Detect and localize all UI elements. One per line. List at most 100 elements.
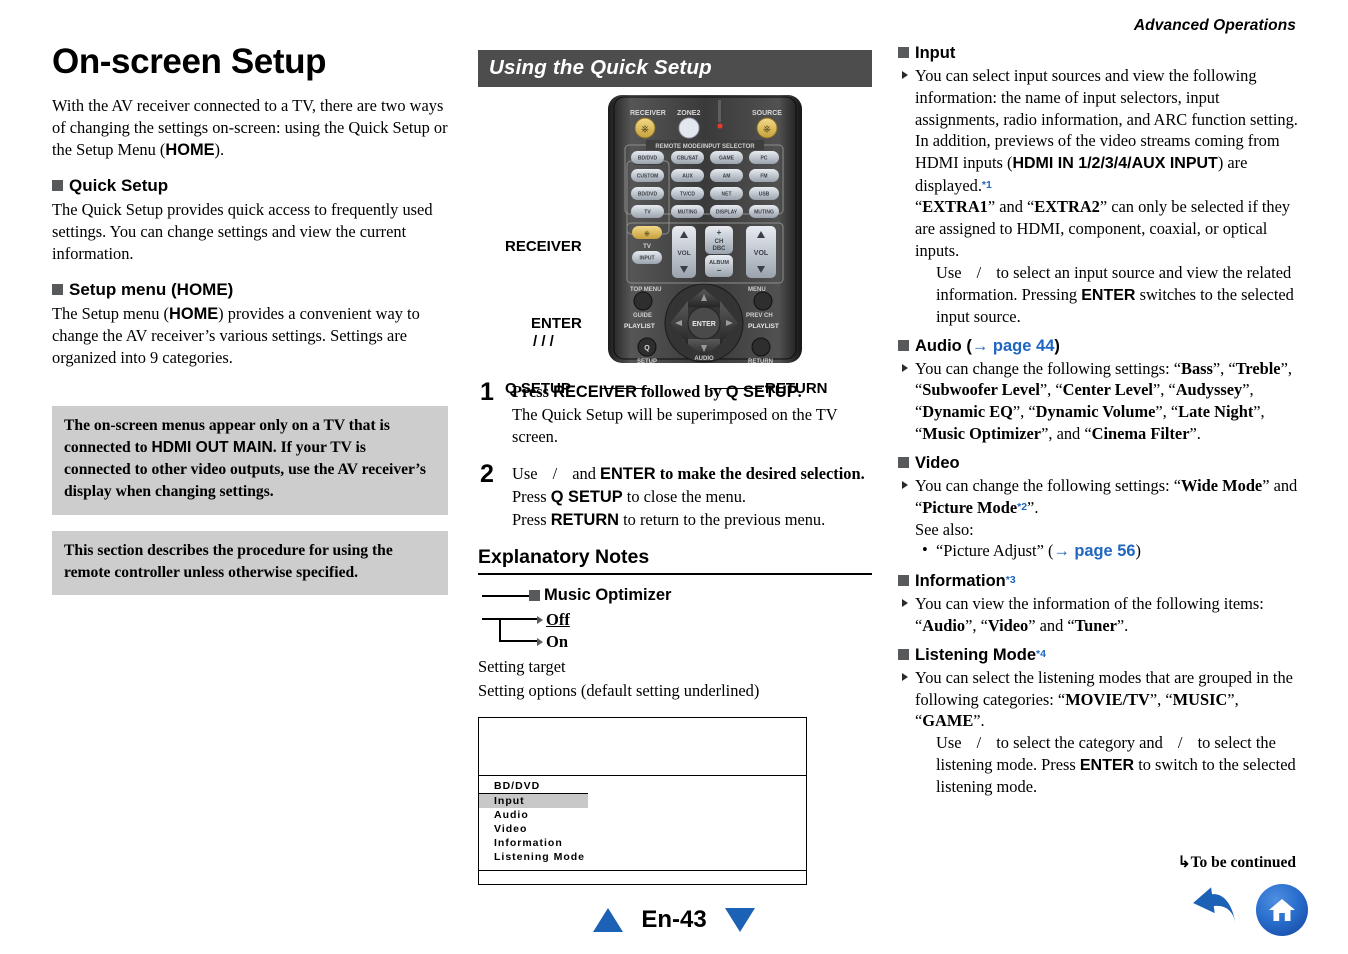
tv-menu-item-listening-mode[interactable]: Listening Mode [479, 850, 588, 864]
heading-audio: Audio (→ page 44) [898, 337, 1298, 356]
heading-listening-mode: Listening Mode*4 [898, 646, 1298, 665]
callout-receiver: RECEIVER [505, 238, 582, 255]
step-1-title: Press RECEIVER followed by Q SETUP. [512, 381, 872, 403]
svg-text:MUTING: MUTING [754, 210, 774, 216]
svg-text:Q: Q [644, 345, 650, 352]
input-p3-b1: EXTRA1 [922, 197, 988, 217]
right-column: Input You can select input sources and v… [898, 44, 1298, 807]
svg-text:PLAYLIST: PLAYLIST [624, 323, 655, 330]
heading-video-label: Video [915, 453, 960, 472]
heading-audio-paren-close: ) [1054, 336, 1060, 355]
step-2-body-line-2: Press RETURN to return to the previous m… [512, 509, 872, 532]
middle-column: Using the Quick Setup RECEIVER ENTER / /… [478, 44, 872, 885]
tv-screen-mockup: BD/DVD Input Audio Video Information Lis… [478, 716, 807, 885]
step-1-title-t1: Press [512, 382, 554, 401]
svg-text:AUDIO: AUDIO [694, 356, 714, 362]
info-mid-1: ”, “ [965, 615, 988, 635]
step-2-title-t1: Use [512, 463, 542, 483]
square-marker-icon [898, 47, 909, 58]
step-2-l1c: to close the menu. [622, 486, 747, 506]
svg-text:RECEIVER: RECEIVER [630, 110, 666, 117]
home-glyph-icon [1269, 899, 1295, 921]
step-2-l2b: RETURN [550, 510, 620, 529]
tv-menu-area: BD/DVD Input Audio Video Information Lis… [479, 776, 806, 870]
video-item-wide-mode: Wide Mode [1181, 475, 1263, 495]
link-page-56[interactable]: → page 56 [1053, 542, 1135, 560]
callout-enter-arrows: / / / [533, 333, 554, 350]
heading-setup-menu: Setup menu (HOME) [52, 280, 448, 300]
tv-status-bar [479, 869, 806, 884]
svg-text:REMOTE MODE/INPUT SELECTOR: REMOTE MODE/INPUT SELECTOR [655, 144, 755, 150]
see-also-text-2: ) [1135, 541, 1141, 561]
svg-text:⎈: ⎈ [763, 124, 771, 135]
audio-item-audyssey: Audyssey [1175, 380, 1243, 400]
info-item-tuner: Tuner [1074, 615, 1117, 635]
tree-target-label: Music Optimizer [544, 586, 672, 605]
next-page-icon[interactable] [724, 908, 755, 932]
tv-menu-item-video[interactable]: Video [479, 822, 588, 836]
input-p2-bold: HDMI IN 1/2/3/4/AUX INPUT [1012, 155, 1218, 173]
lm-p-t2: to select the category and [992, 733, 1167, 753]
input-p4-enter: ENTER [1081, 286, 1136, 304]
tv-menu-item-audio[interactable]: Audio [479, 808, 588, 822]
information-footnote-3-ref: *3 [1005, 574, 1016, 587]
square-marker-icon [898, 456, 909, 468]
back-arrow-icon[interactable] [1188, 886, 1242, 934]
video-footnote-2-ref: *2 [1017, 500, 1028, 513]
tree-option-on-label: On [546, 632, 569, 652]
intro-text-1: With the AV receiver connected to a TV, … [52, 95, 448, 160]
tv-menu-item-input[interactable]: Input [479, 793, 588, 808]
heading-information-label: Information [915, 572, 1006, 591]
step-2-number: 2 [480, 459, 494, 488]
tree-line-target [482, 595, 529, 598]
navigation-buttons [1188, 884, 1308, 936]
caption-setting-target: Setting target [478, 657, 566, 677]
audio-item-bass: Bass [1181, 358, 1213, 378]
info-mid-2: ” and “ [1028, 615, 1075, 635]
audio-item-dynamic-eq: Dynamic EQ [922, 402, 1013, 422]
link-page-44[interactable]: → page 44 [972, 337, 1055, 355]
tv-source-label: BD/DVD [479, 779, 588, 794]
tv-menu-item-information[interactable]: Information [479, 836, 588, 850]
svg-text:CH: CH [715, 239, 724, 245]
svg-text:BD/DVD: BD/DVD [638, 192, 658, 198]
svg-text:DBC: DBC [713, 246, 727, 252]
svg-text:FM: FM [760, 174, 767, 180]
step-2-l2a: Press [512, 509, 551, 529]
audio-item-dynamic-volume: Dynamic Volume [1035, 402, 1156, 422]
remote-control-illustration: RECEIVER ZONE2 SOURCE ⎈ ⎈ REMOTE MODE/IN… [608, 95, 802, 363]
input-p3-t2: ” and “ [987, 197, 1035, 217]
step-1: 1 Press RECEIVER followed by Q SETUP. Th… [478, 378, 872, 448]
note-box-remote: This section describes the procedure for… [52, 530, 448, 596]
lm-p-t1: Use [936, 733, 966, 753]
square-marker-icon [898, 575, 909, 587]
lm-arrows-1: / [976, 733, 982, 753]
svg-text:GUIDE: GUIDE [633, 313, 652, 319]
home-icon[interactable] [1256, 884, 1308, 936]
audio-item-late-night: Late Night [1178, 402, 1254, 422]
explanatory-notes-heading: Explanatory Notes [478, 546, 872, 576]
heading-listening-mode-label: Listening Mode [915, 645, 1036, 664]
note-box-hdmi: The on-screen menus appear only on a TV … [52, 405, 448, 515]
tree-option-on: On [537, 632, 568, 652]
section-input: Input You can select input sources and v… [898, 44, 1298, 328]
audio-item-cinema-filter: Cinema Filter [1091, 424, 1190, 444]
tree-line-vertical [499, 618, 501, 643]
svg-text:+: + [717, 228, 722, 237]
svg-text:RETURN: RETURN [748, 359, 773, 363]
svg-text:CBL/SAT: CBL/SAT [677, 156, 698, 162]
continue-arrow-icon: ↳ [1177, 854, 1191, 871]
intro-home-label: HOME [165, 141, 215, 160]
section-video: Video You can change the following setti… [898, 454, 1298, 563]
to-be-continued-label: To be continued [1190, 854, 1296, 871]
svg-text:USB: USB [759, 192, 770, 198]
note-hdmi-bold: HDMI OUT MAIN [151, 438, 273, 456]
input-p4-t1: Use [936, 262, 966, 282]
svg-text:SOURCE: SOURCE [752, 110, 782, 117]
tree-line-branch-top [482, 618, 537, 621]
step-1-title-b1: RECEIVER [553, 383, 637, 401]
info-item-audio: Audio [922, 615, 966, 635]
page-title: On-screen Setup [52, 42, 327, 81]
previous-page-icon[interactable] [593, 908, 624, 932]
heading-quick-setup: Quick Setup [52, 176, 448, 196]
